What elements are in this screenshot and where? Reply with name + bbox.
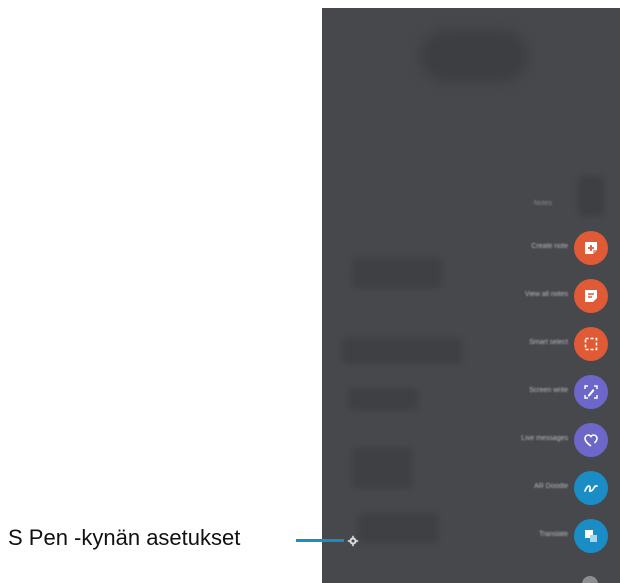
menu-item-label: Translate	[539, 531, 568, 538]
ar-doodle-icon	[584, 485, 598, 493]
menu-item-label: Screen write	[529, 387, 568, 394]
menu-item-smart-select[interactable]: Smart select	[442, 324, 616, 364]
background-content	[352, 258, 442, 288]
screen-write-button[interactable]	[574, 375, 608, 409]
menu-item-screen-write[interactable]: Screen write	[442, 372, 616, 412]
callout-line	[296, 539, 344, 542]
background-content	[352, 448, 412, 488]
menu-item-label: AR Doodle	[534, 483, 568, 490]
menu-item-ar-doodle[interactable]: AR Doodle	[442, 468, 616, 508]
live-messages-icon	[584, 434, 598, 447]
menu-item-label: Smart select	[529, 339, 568, 346]
ar-doodle-button[interactable]	[574, 471, 608, 505]
create-note-button[interactable]	[574, 231, 608, 265]
smart-select-icon	[584, 337, 598, 351]
background-content	[348, 388, 418, 410]
create-note-icon	[585, 242, 597, 254]
menu-item-view-all-notes[interactable]: View all notes	[442, 276, 616, 316]
menu-item-create-note[interactable]: Create note	[442, 228, 616, 268]
live-messages-button[interactable]	[574, 423, 608, 457]
close-button[interactable]	[578, 176, 604, 216]
translate-button[interactable]	[574, 519, 608, 553]
blurred-header	[420, 30, 528, 82]
menu-item-label: Create note	[531, 243, 568, 250]
air-command-panel: Notes Create note View all notes Smart s…	[322, 8, 620, 583]
menu-item-live-messages[interactable]: Live messages	[442, 420, 616, 460]
settings-callout-label: S Pen -kynän asetukset	[8, 525, 241, 550]
background-content	[358, 513, 438, 543]
menu-item-label: View all notes	[524, 291, 568, 298]
screen-write-icon	[584, 385, 598, 399]
more-indicator	[582, 576, 598, 583]
smart-select-button[interactable]	[574, 327, 608, 361]
figure: Notes Create note View all notes Smart s…	[0, 0, 620, 583]
menu-item-label: Live messages	[521, 435, 568, 442]
menu-item-translate[interactable]: Translate	[442, 516, 616, 556]
view-all-notes-button[interactable]	[574, 279, 608, 313]
translate-icon	[585, 530, 597, 542]
view-notes-icon	[585, 290, 597, 302]
settings-gear-icon[interactable]	[347, 535, 359, 547]
menu-title: Notes	[533, 200, 552, 207]
